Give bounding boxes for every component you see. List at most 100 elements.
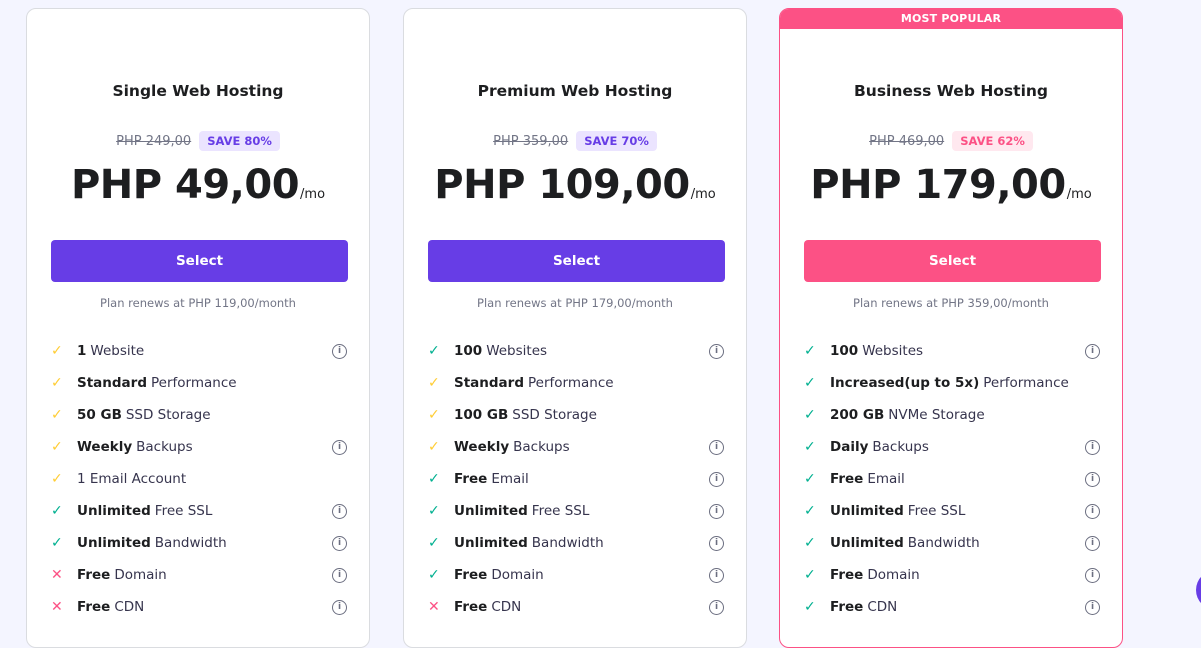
price-row: PHP 179,00 /mo — [780, 162, 1122, 208]
check-icon: ✓ — [428, 343, 440, 359]
feature-highlight: Free — [830, 471, 864, 487]
feature-item: ✕ Free CDN i — [51, 591, 347, 623]
feature-text: SSD Storage — [125, 407, 211, 423]
info-icon[interactable]: i — [332, 503, 347, 519]
feature-item: ✕ Free Domain i — [51, 559, 347, 591]
info-icon[interactable]: i — [332, 599, 347, 615]
original-price: PHP 249,00 — [116, 133, 192, 149]
check-icon: ✓ — [804, 375, 816, 391]
feature-text: Free SSL — [154, 503, 213, 519]
discount-badge: SAVE 80% — [199, 131, 280, 151]
select-button[interactable]: Select — [51, 240, 348, 282]
feature-highlight: 100 — [454, 343, 483, 359]
feature-highlight: Increased(up to 5x) — [830, 375, 980, 391]
feature-text: Email — [867, 471, 905, 487]
info-icon[interactable]: i — [1085, 343, 1100, 359]
info-icon[interactable]: i — [709, 471, 724, 487]
feature-item: ✓ Free Domain i — [804, 559, 1100, 591]
feature-text: SSD Storage — [512, 407, 597, 423]
feature-highlight: 200 GB — [830, 407, 885, 423]
info-icon[interactable]: i — [1085, 567, 1100, 583]
info-icon[interactable]: i — [1085, 599, 1100, 615]
feature-item: ✓ Unlimited Free SSL i — [51, 495, 347, 527]
plan-title: Business Web Hosting — [853, 82, 1049, 100]
check-icon: ✓ — [804, 567, 816, 583]
feature-highlight: 100 GB — [454, 407, 509, 423]
feature-highlight: Unlimited — [830, 535, 904, 551]
cross-icon: ✕ — [428, 599, 440, 615]
renewal-note: Plan renews at PHP 359,00/month — [853, 296, 1049, 310]
info-icon[interactable]: i — [332, 567, 347, 583]
feature-highlight: Free — [454, 599, 488, 615]
feature-highlight: Daily — [830, 439, 869, 455]
feature-highlight: Weekly — [454, 439, 510, 455]
info-icon[interactable]: i — [332, 343, 347, 359]
feature-highlight: Free — [830, 567, 864, 583]
feature-highlight: Weekly — [77, 439, 133, 455]
info-icon[interactable]: i — [1085, 439, 1100, 455]
renewal-note: Plan renews at PHP 179,00/month — [477, 296, 673, 310]
chat-widget-button[interactable] — [1196, 570, 1201, 610]
feature-item: ✓ Weekly Backups i — [51, 431, 347, 463]
check-icon: ✓ — [51, 375, 63, 391]
original-price: PHP 359,00 — [493, 133, 569, 149]
feature-highlight: Standard — [77, 375, 147, 391]
check-icon: ✓ — [428, 439, 440, 455]
feature-text: Domain — [867, 567, 920, 583]
check-icon: ✓ — [51, 343, 63, 359]
feature-item: ✓ 50 GB SSD Storage — [51, 399, 347, 431]
info-icon[interactable]: i — [709, 439, 724, 455]
check-icon: ✓ — [428, 471, 440, 487]
feature-highlight: 50 GB — [77, 407, 122, 423]
check-icon: ✓ — [804, 439, 816, 455]
check-icon: ✓ — [51, 407, 63, 423]
original-price-row: PHP 359,00 SAVE 70% — [404, 130, 746, 152]
feature-item: ✓ Free Email i — [804, 463, 1100, 495]
select-button[interactable]: Select — [804, 240, 1101, 282]
feature-text: Performance — [151, 375, 237, 391]
feature-text: Bandwidth — [531, 535, 604, 551]
feature-text: Backups — [136, 439, 193, 455]
feature-item: ✓ Free Email i — [428, 463, 724, 495]
feature-text: Bandwidth — [907, 535, 980, 551]
info-icon[interactable]: i — [1085, 503, 1100, 519]
feature-item: ✓ Standard Performance — [51, 367, 347, 399]
feature-text: Backups — [513, 439, 570, 455]
feature-item: ✓ Free Domain i — [428, 559, 724, 591]
feature-text: Free SSL — [531, 503, 590, 519]
cross-icon: ✕ — [51, 599, 63, 615]
feature-highlight: Unlimited — [454, 535, 528, 551]
info-icon[interactable]: i — [1085, 535, 1100, 551]
check-icon: ✓ — [428, 503, 440, 519]
info-icon[interactable]: i — [332, 535, 347, 551]
info-icon[interactable]: i — [332, 439, 347, 455]
check-icon: ✓ — [804, 407, 816, 423]
feature-text: Email — [491, 471, 529, 487]
feature-item: ✓ Unlimited Bandwidth i — [804, 527, 1100, 559]
feature-item: ✓ 1 Website i — [51, 335, 347, 367]
feature-text: Backups — [872, 439, 929, 455]
info-icon[interactable]: i — [709, 503, 724, 519]
feature-text: Domain — [491, 567, 544, 583]
info-icon[interactable]: i — [709, 567, 724, 583]
info-icon[interactable]: i — [1085, 471, 1100, 487]
feature-text: Websites — [862, 343, 924, 359]
check-icon: ✓ — [51, 471, 63, 487]
info-icon[interactable]: i — [709, 535, 724, 551]
feature-text: Bandwidth — [154, 535, 227, 551]
feature-highlight: Unlimited — [77, 503, 151, 519]
feature-highlight: Unlimited — [454, 503, 528, 519]
select-button[interactable]: Select — [428, 240, 725, 282]
info-icon[interactable]: i — [709, 599, 724, 615]
check-icon: ✓ — [51, 535, 63, 551]
info-icon[interactable]: i — [709, 343, 724, 359]
feature-text: Performance — [983, 375, 1069, 391]
feature-item: ✓ 100 Websites i — [804, 335, 1100, 367]
feature-text: Performance — [528, 375, 614, 391]
feature-highlight: Standard — [454, 375, 524, 391]
feature-highlight: Unlimited — [77, 535, 151, 551]
renewal-note: Plan renews at PHP 119,00/month — [100, 296, 296, 310]
plan-title: Single Web Hosting — [112, 82, 284, 100]
feature-item: ✓ Unlimited Free SSL i — [804, 495, 1100, 527]
feature-item: ✓ 100 GB SSD Storage — [428, 399, 724, 431]
